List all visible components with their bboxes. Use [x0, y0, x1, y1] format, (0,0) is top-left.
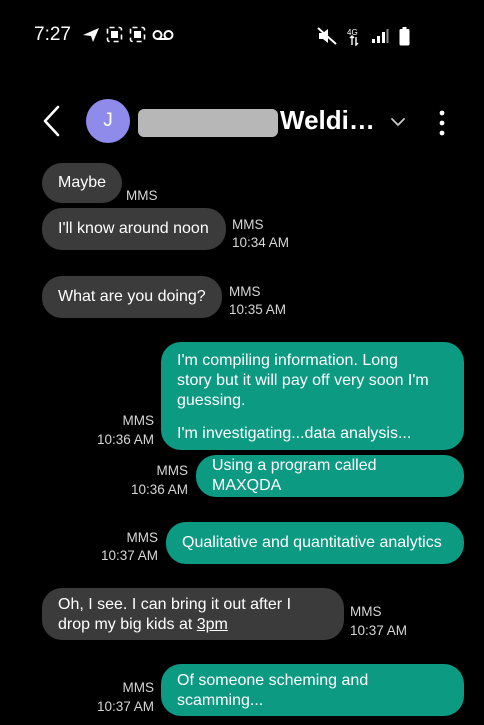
message-bubble-outgoing[interactable]: I'm compiling information. Long story bu…	[161, 342, 464, 450]
message-text: Maybe	[58, 174, 107, 191]
message-text-line: scamming...	[177, 692, 264, 709]
message-time: 10:37 AM	[350, 623, 408, 638]
redacted-name	[138, 109, 278, 137]
message-time: 10:37 AM	[96, 699, 154, 714]
message-type: MMS	[122, 680, 155, 695]
status-icons-left	[82, 26, 174, 43]
message-type: MMS	[126, 530, 159, 545]
message-bubble-incoming[interactable]: What are you doing?	[42, 276, 222, 318]
conversation-header: J Weldi…	[0, 90, 484, 154]
screenshot-icon	[106, 26, 123, 43]
chevron-down-icon[interactable]	[388, 112, 408, 132]
message-text-line: story but it will pay off very soon I'm	[177, 372, 429, 389]
message-bubble-incoming[interactable]: Maybe	[42, 163, 122, 203]
message-text-line: Oh, I see. I can bring it out after I	[58, 596, 292, 613]
status-time: 7:27	[34, 24, 71, 45]
message-type: MMS	[156, 463, 189, 478]
message-bubble-incoming[interactable]: Oh, I see. I can bring it out after I dr…	[42, 588, 344, 640]
message-text-line: drop my big kids at 3pm	[58, 615, 328, 635]
message-text: I'll know around noon	[58, 220, 209, 237]
message-time: 10:35 AM	[229, 302, 287, 317]
message-type: MMS	[122, 413, 155, 428]
message-type: MMS	[126, 188, 158, 203]
message-type: MMS	[229, 284, 261, 299]
status-icons-right: 4G	[317, 26, 410, 46]
message-type: MMS	[232, 217, 264, 232]
battery-icon	[399, 26, 410, 45]
message-text-segment: drop my big kids at	[58, 616, 197, 633]
message-time: 10:36 AM	[96, 432, 154, 447]
status-bar: 7:27 4G	[0, 0, 484, 70]
time-link[interactable]: 3pm	[197, 616, 228, 633]
message-text-line: guessing.	[177, 392, 246, 409]
signal-icon	[372, 29, 389, 43]
voicemail-icon	[152, 29, 174, 40]
avatar-initial: J	[103, 110, 113, 131]
message-text: What are you doing?	[58, 288, 206, 305]
more-vert-icon[interactable]	[432, 108, 452, 138]
message-time: 10:34 AM	[232, 235, 290, 250]
screenshot-icon	[129, 26, 146, 43]
message-bubble-outgoing[interactable]: Qualitative and quantitative analytics	[166, 522, 464, 564]
message-text-line: I'm compiling information. Long	[177, 352, 398, 369]
send-icon	[83, 27, 99, 42]
message-type: MMS	[350, 604, 382, 619]
message-text: Qualitative and quantitative analytics	[182, 534, 442, 551]
message-time: 10:36 AM	[130, 482, 188, 497]
back-arrow-icon[interactable]	[38, 104, 68, 138]
mute-icon	[317, 27, 337, 45]
avatar[interactable]: J	[86, 99, 130, 143]
message-text-line: Of someone scheming and	[177, 672, 369, 689]
message-bubble-outgoing[interactable]: Using a program called MAXQDA	[196, 455, 464, 497]
message-time: 10:37 AM	[100, 548, 158, 563]
message-text-line: I'm investigating...data analysis...	[177, 425, 412, 442]
data-icon: 4G	[347, 28, 359, 46]
contact-name[interactable]: Weldi…	[280, 105, 375, 136]
message-bubble-outgoing[interactable]: Of someone scheming and scamming...	[161, 664, 464, 716]
message-text: Using a program called MAXQDA	[212, 457, 377, 494]
message-bubble-incoming[interactable]: I'll know around noon	[42, 208, 226, 250]
